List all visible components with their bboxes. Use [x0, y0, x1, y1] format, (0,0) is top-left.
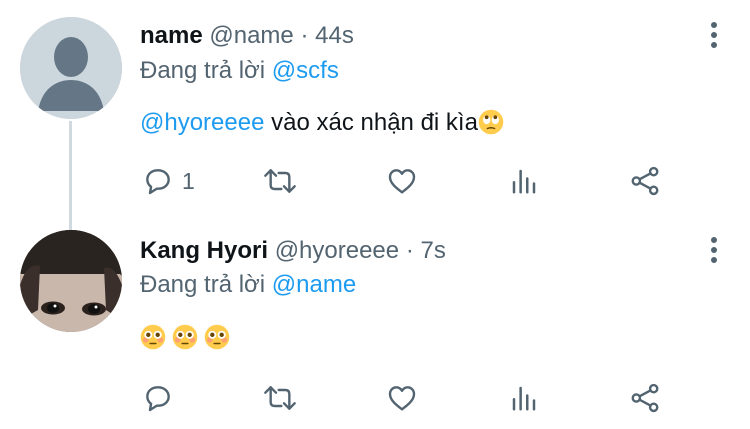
- speech-bubble-icon: [146, 169, 170, 195]
- share-icon: [631, 383, 659, 413]
- flushed-face-icon: [172, 324, 198, 350]
- analytics-button[interactable]: [509, 161, 539, 201]
- replying-to: Đang trả lời @scfs: [140, 56, 339, 86]
- reply-button[interactable]: [142, 378, 182, 418]
- mention-link[interactable]: @hyoreeee: [140, 109, 264, 136]
- like-button[interactable]: [385, 161, 419, 201]
- share-button[interactable]: [629, 161, 661, 201]
- timestamp[interactable]: 7s: [420, 237, 445, 264]
- bar-chart-icon: [512, 386, 536, 411]
- like-button[interactable]: [385, 378, 419, 418]
- tweet-actions: [0, 378, 750, 418]
- tweet[interactable]: name @name · 44s Đang trả lời @scfs @hyo…: [0, 0, 750, 231]
- share-button[interactable]: [629, 378, 661, 418]
- more-options-button[interactable]: [706, 20, 722, 50]
- flushed-face-icon: [204, 324, 230, 350]
- default-avatar-icon: [20, 17, 122, 119]
- tweet-header: Kang Hyori @hyoreeee · 7s: [140, 236, 446, 266]
- profile-photo: [20, 230, 122, 332]
- tweet-text: @hyoreeee vào xác nhận đi kìa: [140, 108, 504, 138]
- replying-to-link[interactable]: @scfs: [272, 57, 339, 84]
- separator-dot: ·: [405, 237, 414, 264]
- tweet-header: name @name · 44s: [140, 21, 354, 51]
- reply-count: 1: [182, 167, 195, 194]
- display-name[interactable]: Kang Hyori: [140, 237, 268, 264]
- replying-to: Đang trả lời @name: [140, 270, 356, 300]
- face-with-rolling-eyes-icon: [478, 109, 504, 135]
- avatar[interactable]: [20, 17, 122, 119]
- user-handle[interactable]: @hyoreeee: [275, 237, 399, 264]
- bar-chart-icon: [512, 169, 536, 194]
- separator-dot: ·: [300, 22, 309, 49]
- tweet-actions: 1: [0, 161, 750, 201]
- heart-icon: [388, 386, 416, 411]
- user-handle[interactable]: @name: [209, 22, 293, 49]
- retweet-button[interactable]: [262, 378, 298, 418]
- share-icon: [631, 166, 659, 196]
- tweet-text: [140, 323, 230, 353]
- replying-to-label: Đang trả lời: [140, 271, 266, 298]
- retweet-icon: [264, 386, 296, 410]
- display-name[interactable]: name: [140, 22, 203, 49]
- tweet-body: vào xác nhận đi kìa: [271, 109, 478, 136]
- replying-to-label: Đang trả lời: [140, 57, 266, 84]
- retweet-button[interactable]: [262, 161, 298, 201]
- tweet[interactable]: Kang Hyori @hyoreeee · 7s Đang trả lời @…: [0, 215, 750, 429]
- speech-bubble-icon: [146, 386, 170, 412]
- replying-to-link[interactable]: @name: [272, 271, 356, 298]
- flushed-face-icon: [140, 324, 166, 350]
- reply-button[interactable]: 1: [142, 161, 195, 201]
- timestamp[interactable]: 44s: [315, 22, 354, 49]
- retweet-icon: [264, 169, 296, 193]
- heart-icon: [388, 169, 416, 194]
- avatar[interactable]: [20, 230, 122, 332]
- more-options-button[interactable]: [706, 235, 722, 265]
- vertical-ellipsis-icon: [711, 237, 717, 243]
- vertical-ellipsis-icon: [711, 22, 717, 28]
- analytics-button[interactable]: [509, 378, 539, 418]
